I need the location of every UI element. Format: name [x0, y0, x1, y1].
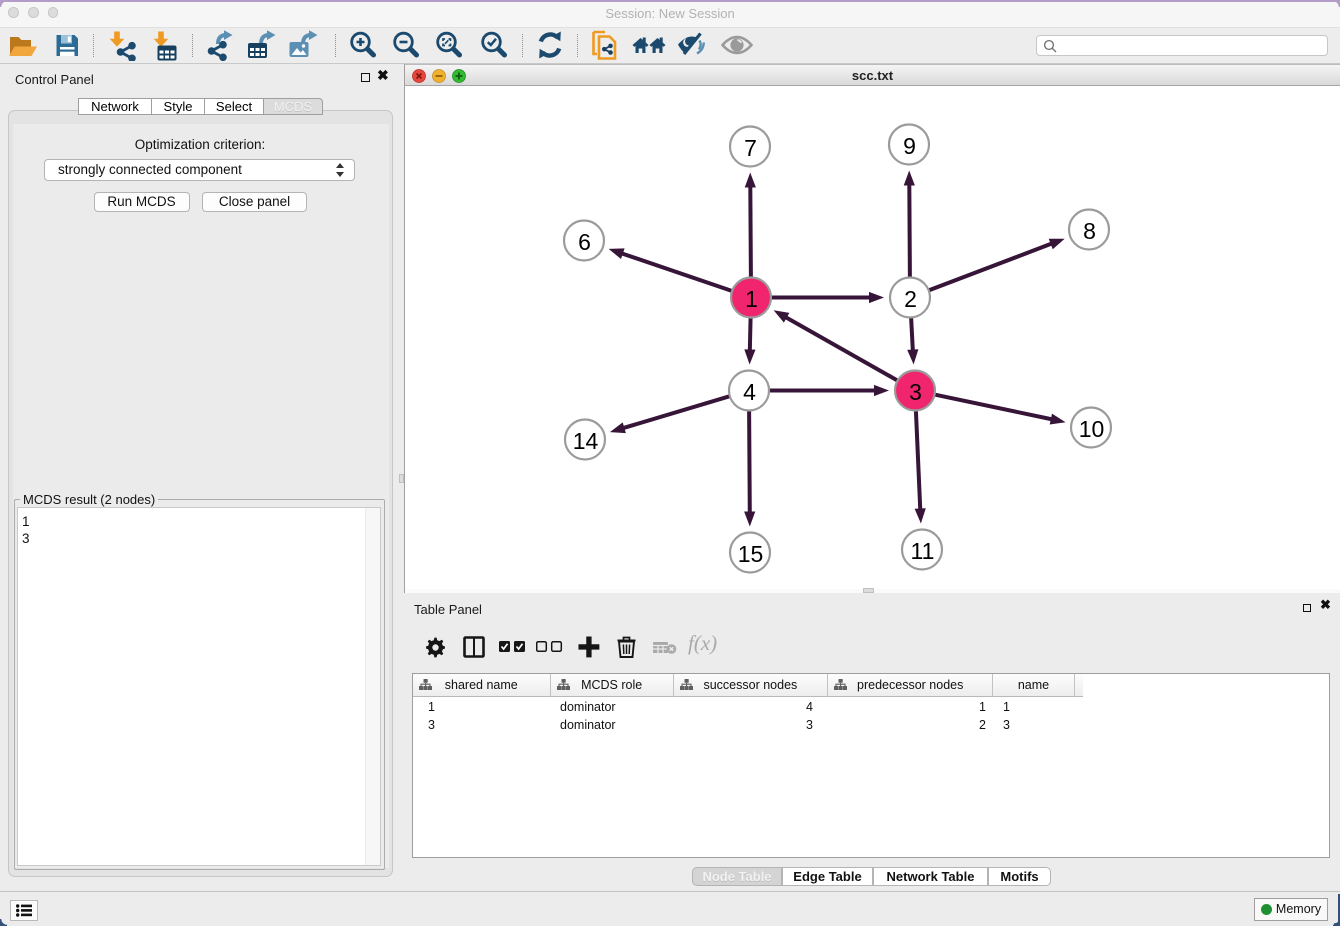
- svg-text:11: 11: [911, 538, 935, 564]
- svg-text:10: 10: [1079, 416, 1105, 442]
- svg-text:15: 15: [738, 541, 764, 567]
- svg-text:9: 9: [903, 133, 916, 159]
- svg-text:3: 3: [909, 379, 922, 405]
- svg-text:14: 14: [573, 428, 599, 454]
- svg-text:1: 1: [745, 286, 758, 312]
- svg-text:7: 7: [744, 135, 757, 161]
- svg-text:8: 8: [1083, 218, 1096, 244]
- svg-text:6: 6: [578, 229, 591, 255]
- svg-text:2: 2: [904, 286, 917, 312]
- svg-text:4: 4: [743, 379, 756, 405]
